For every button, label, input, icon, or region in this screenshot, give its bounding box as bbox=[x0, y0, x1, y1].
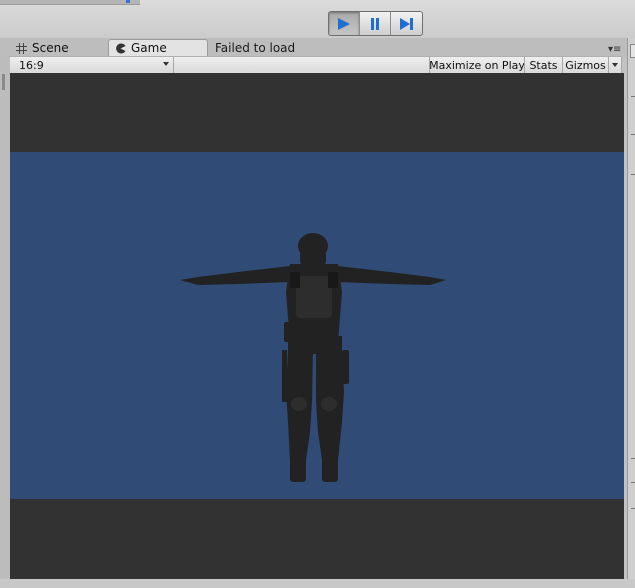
step-button[interactable] bbox=[391, 12, 422, 35]
panel-divider bbox=[631, 482, 635, 483]
unity-editor-window: Scene Game Failed to load ▾≡ 16:9 Maximi… bbox=[0, 0, 635, 588]
aspect-ratio-value: 16:9 bbox=[19, 58, 44, 72]
stats-toggle[interactable]: Stats bbox=[524, 57, 562, 73]
play-button[interactable] bbox=[329, 12, 360, 35]
top-left-menu-stub bbox=[0, 0, 140, 5]
editor-tab-row: Scene Game Failed to load ▾≡ bbox=[0, 38, 635, 56]
game-view-toolbar: 16:9 Maximize on Play Stats Gizmos bbox=[10, 56, 622, 74]
maximize-on-play-toggle[interactable]: Maximize on Play bbox=[429, 57, 525, 73]
chevron-down-icon bbox=[612, 63, 618, 67]
camera-render-area bbox=[10, 152, 624, 499]
tab-scene[interactable]: Scene bbox=[16, 40, 106, 56]
panel-divider bbox=[631, 134, 635, 135]
left-panel-handle[interactable] bbox=[2, 74, 5, 90]
panel-divider bbox=[631, 458, 635, 459]
bottom-window-edge bbox=[0, 579, 635, 588]
inspector-panel-edge bbox=[627, 38, 635, 588]
panel-divider bbox=[631, 174, 635, 175]
aspect-ratio-dropdown[interactable]: 16:9 bbox=[12, 57, 174, 73]
gizmos-dropdown[interactable] bbox=[608, 57, 622, 73]
chevron-down-icon bbox=[163, 62, 169, 66]
left-panel-edge bbox=[0, 56, 10, 588]
step-forward-icon bbox=[399, 17, 413, 30]
pause-button[interactable] bbox=[360, 12, 391, 35]
playback-controls bbox=[328, 11, 423, 36]
pacman-icon bbox=[115, 43, 126, 54]
top-toolbar bbox=[0, 0, 635, 39]
panel-menu-icon[interactable]: ▾≡ bbox=[608, 44, 621, 55]
tab-scene-label: Scene bbox=[32, 41, 69, 55]
panel-divider bbox=[631, 96, 635, 97]
menu-highlight-mark bbox=[126, 0, 130, 3]
status-message: Failed to load bbox=[215, 41, 296, 55]
panel-divider bbox=[631, 508, 635, 509]
tab-game[interactable]: Game bbox=[108, 39, 208, 56]
pause-icon bbox=[371, 17, 379, 30]
grid-icon bbox=[16, 42, 27, 54]
play-icon bbox=[338, 17, 350, 30]
soldier-character bbox=[180, 233, 446, 482]
game-viewport[interactable] bbox=[10, 73, 624, 579]
tab-game-label: Game bbox=[131, 41, 167, 55]
gizmos-toggle[interactable]: Gizmos bbox=[562, 57, 608, 73]
inspector-panel-tab[interactable] bbox=[630, 44, 635, 58]
